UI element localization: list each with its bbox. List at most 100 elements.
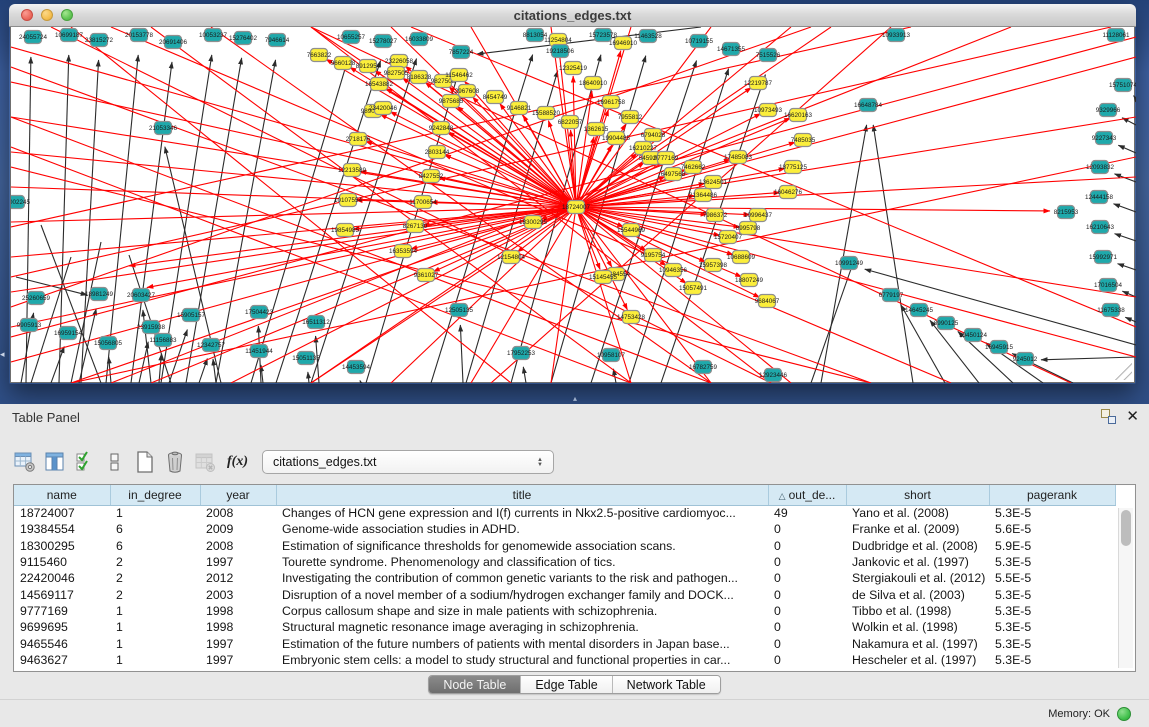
table-cell[interactable]: 2008 <box>200 505 276 521</box>
network-node[interactable]: 24055724 <box>19 31 48 44</box>
delete-rows-icon[interactable] <box>163 449 187 475</box>
network-node[interactable]: 11675338 <box>1097 304 1125 317</box>
column-header-in_degree[interactable]: in_degree <box>110 485 200 505</box>
table-cell[interactable]: 9465546 <box>14 635 110 651</box>
table-cell[interactable]: Jankovic et al. (1997) <box>846 554 989 570</box>
network-node[interactable]: 14753428 <box>617 311 646 324</box>
table-cell[interactable]: 49 <box>768 505 846 521</box>
table-cell[interactable]: Investigating the contribution of common… <box>276 570 768 586</box>
network-node[interactable]: 20002245 <box>11 196 30 209</box>
network-node[interactable]: 8990125 <box>934 317 959 330</box>
network-node[interactable]: 9777169 <box>654 152 679 165</box>
function-builder-icon[interactable]: f(x) <box>227 454 248 470</box>
table-cell[interactable]: 9463627 <box>14 652 110 668</box>
network-node[interactable]: 10699187 <box>55 29 84 42</box>
network-node[interactable]: 7986372 <box>703 209 728 222</box>
panel-divider-grip[interactable]: ▴ <box>568 395 582 403</box>
table-cell[interactable]: Stergiakouli et al. (2012) <box>846 570 989 586</box>
table-selector-combo[interactable]: citations_edges.txt ▲▼ <box>262 450 554 474</box>
table-cell[interactable]: 9115460 <box>14 554 110 570</box>
network-canvas[interactable]: 1872400776638229660128891295423226058982… <box>11 27 1136 383</box>
table-cell[interactable]: 5.3E-5 <box>989 619 1115 635</box>
table-cell[interactable]: 1997 <box>200 635 276 651</box>
table-cell[interactable]: 2 <box>110 554 200 570</box>
new-table-icon[interactable] <box>133 449 157 475</box>
float-panel-icon[interactable] <box>1101 409 1116 424</box>
network-node[interactable]: 1362615 <box>584 123 609 136</box>
network-node[interactable]: 12444158 <box>1085 191 1114 204</box>
table-cell[interactable]: Hescheler et al. (1997) <box>846 652 989 668</box>
table-cell[interactable]: 0 <box>768 570 846 586</box>
table-cell[interactable]: 18300295 <box>14 538 110 554</box>
network-node[interactable]: 15905157 <box>177 309 206 322</box>
table-cell[interactable]: Yano et al. (2008) <box>846 505 989 521</box>
network-node[interactable]: 12213589 <box>338 164 367 177</box>
network-node[interactable]: 6822057 <box>558 116 583 129</box>
network-node[interactable]: 23815272 <box>85 34 114 47</box>
table-row[interactable]: 1456911722003Disruption of a novel membe… <box>14 586 1115 602</box>
table-cell[interactable]: Estimation of the future numbers of pati… <box>276 635 768 651</box>
table-cell[interactable]: Corpus callosum shape and size in male p… <box>276 603 768 619</box>
table-cell[interactable]: 14569117 <box>14 586 110 602</box>
table-cell[interactable]: 1997 <box>200 652 276 668</box>
network-node[interactable]: 23915938 <box>137 321 166 334</box>
table-row[interactable]: 946554611997Estimation of the future num… <box>14 635 1115 651</box>
network-node[interactable]: 11156883 <box>149 334 177 347</box>
table-cell[interactable]: 0 <box>768 652 846 668</box>
table-cell[interactable]: Embryonic stem cells: a model to study s… <box>276 652 768 668</box>
table-cell[interactable]: Franke et al. (2009) <box>846 521 989 537</box>
network-node[interactable]: 20153778 <box>125 29 154 42</box>
network-node[interactable]: 9684067 <box>755 295 780 308</box>
network-node[interactable]: 10933913 <box>882 29 911 42</box>
network-node[interactable]: 14645245 <box>905 304 934 317</box>
table-scrollbar-thumb[interactable] <box>1121 510 1131 546</box>
network-node[interactable]: 8267130 <box>403 220 428 233</box>
network-window-titlebar[interactable]: citations_edges.txt <box>9 4 1136 27</box>
network-node[interactable]: 16210643 <box>1086 221 1115 234</box>
network-node[interactable]: 15588520 <box>532 107 561 120</box>
select-all-icon[interactable] <box>73 449 97 475</box>
memory-status-indicator[interactable] <box>1117 707 1131 721</box>
network-node[interactable]: 15057491 <box>679 282 708 295</box>
column-header-name[interactable]: name <box>14 485 110 505</box>
network-node[interactable]: 8995798 <box>736 222 761 235</box>
table-row[interactable]: 946362711997Embryonic stem cells: a mode… <box>14 652 1115 668</box>
table-cell[interactable]: 1 <box>110 619 200 635</box>
show-columns-icon[interactable] <box>43 449 67 475</box>
table-cell[interactable]: 5.3E-5 <box>989 652 1115 668</box>
column-header-pagerank[interactable]: pagerank <box>989 485 1115 505</box>
table-cell[interactable]: 1 <box>110 652 200 668</box>
network-node[interactable]: 16959154 <box>54 327 83 340</box>
table-cell[interactable]: 5.3E-5 <box>989 505 1115 521</box>
table-cell[interactable]: 5.3E-5 <box>989 635 1115 651</box>
network-node[interactable]: 20691406 <box>159 36 188 49</box>
table-cell[interactable]: Changes of HCN gene expression and I(f) … <box>276 505 768 521</box>
network-node[interactable]: 14453594 <box>342 361 371 374</box>
table-cell[interactable]: 2003 <box>200 586 276 602</box>
tab-node-table[interactable]: Node Table <box>429 676 520 693</box>
network-node[interactable]: 7946614 <box>265 34 290 47</box>
table-cell[interactable]: Structural magnetic resonance image aver… <box>276 619 768 635</box>
column-header-title[interactable]: title <box>276 485 768 505</box>
network-node[interactable]: 16353594 <box>389 245 418 258</box>
table-cell[interactable]: Wolkin et al. (1998) <box>846 619 989 635</box>
table-row[interactable]: 911546021997Tourette syndrome. Phenomeno… <box>14 554 1115 570</box>
network-node[interactable]: 10107554 <box>334 194 363 207</box>
table-cell[interactable]: 18724007 <box>14 505 110 521</box>
network-node[interactable]: 19854985 <box>331 224 360 237</box>
table-row[interactable]: 969969511998Structural magnetic resonanc… <box>14 619 1115 635</box>
table-cell[interactable]: 9777169 <box>14 603 110 619</box>
table-cell[interactable]: 6 <box>110 521 200 537</box>
network-node[interactable]: 7663822 <box>307 49 332 62</box>
network-node[interactable]: 7462662 <box>681 161 706 174</box>
network-node[interactable]: 15278027 <box>369 35 398 48</box>
network-node[interactable]: 14671355 <box>717 43 746 56</box>
table-cell[interactable]: 5.6E-5 <box>989 521 1115 537</box>
table-cell[interactable]: 5.3E-5 <box>989 603 1115 619</box>
column-header-year[interactable]: year <box>200 485 276 505</box>
table-cell[interactable]: 0 <box>768 619 846 635</box>
network-node[interactable]: 12325419 <box>559 62 588 75</box>
network-node[interactable]: 9227343 <box>1092 132 1117 145</box>
table-cell[interactable]: 19384554 <box>14 521 110 537</box>
network-node[interactable]: 15051135 <box>292 352 320 365</box>
